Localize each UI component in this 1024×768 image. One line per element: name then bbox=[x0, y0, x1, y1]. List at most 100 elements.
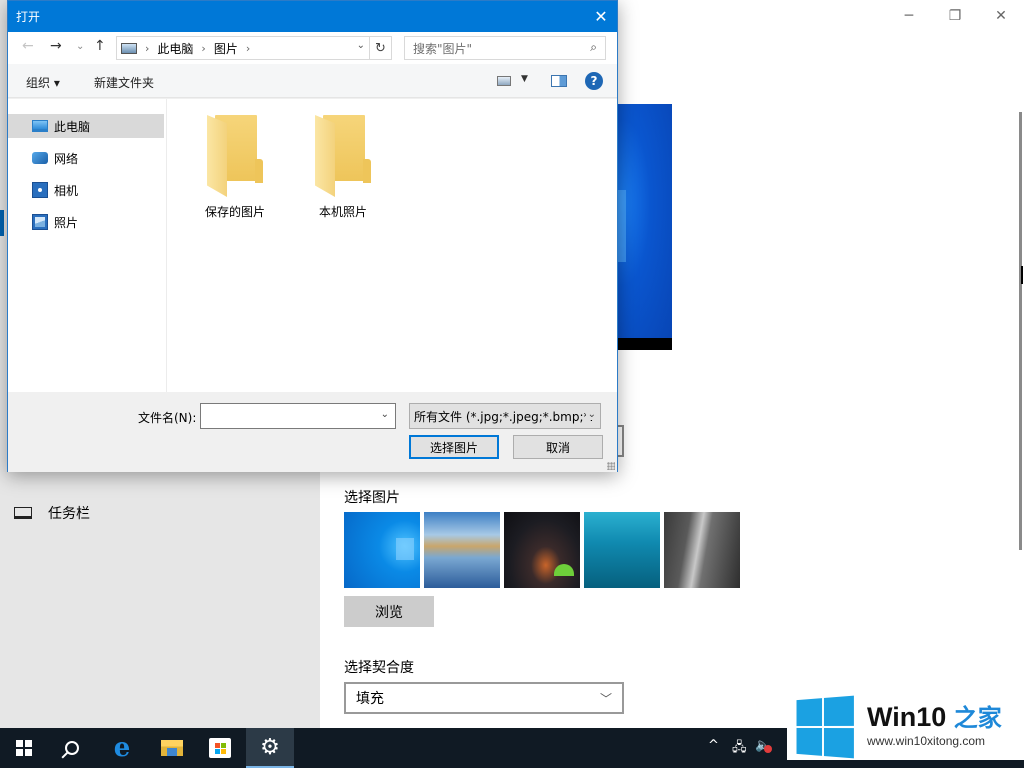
network-icon bbox=[32, 152, 48, 164]
start-button[interactable] bbox=[0, 728, 48, 768]
thumbnail-underwater[interactable] bbox=[584, 512, 660, 588]
help-icon[interactable]: ? bbox=[585, 72, 603, 90]
file-explorer-icon bbox=[161, 740, 183, 756]
watermark: Win10 之家 www.win10xitong.com bbox=[787, 694, 1024, 760]
maximize-icon: ❐ bbox=[948, 8, 962, 24]
watermark-url: www.win10xitong.com bbox=[867, 734, 986, 748]
gear-icon: ⚙ bbox=[260, 734, 280, 760]
filetype-value: 所有文件 (*.jpg;*.jpeg;*.bmp;*. bbox=[414, 409, 594, 424]
thumbnail-beach[interactable] bbox=[424, 512, 500, 588]
camera-icon bbox=[32, 182, 48, 198]
background-select-edge bbox=[617, 425, 624, 457]
breadcrumb-separator: › bbox=[201, 41, 206, 55]
navpane-item-label: 此电脑 bbox=[54, 119, 91, 134]
navpane-item-label: 照片 bbox=[54, 215, 79, 230]
fit-select[interactable]: 填充 ﹀ bbox=[344, 682, 624, 714]
minimize-icon: ─ bbox=[904, 8, 914, 24]
close-button[interactable]: ✕ bbox=[978, 4, 1024, 28]
folder-icon bbox=[315, 115, 371, 197]
taskbar-settings[interactable]: ⚙ bbox=[246, 728, 294, 768]
minimize-button[interactable]: ─ bbox=[886, 4, 932, 28]
breadcrumb-separator: › bbox=[145, 41, 150, 55]
new-folder-button[interactable]: 新建文件夹 bbox=[94, 74, 154, 91]
preview-taskbar bbox=[617, 338, 672, 350]
forward-button[interactable]: → bbox=[50, 38, 62, 54]
dialog-titlebar[interactable]: 打开 ✕ bbox=[8, 1, 617, 32]
windows-start-icon bbox=[16, 740, 32, 756]
command-bar: 组织 ▾ 新建文件夹 ▼ ? bbox=[8, 64, 617, 98]
thumbnail-rock[interactable] bbox=[664, 512, 740, 588]
resize-grip[interactable] bbox=[607, 462, 615, 470]
folder-icon bbox=[207, 115, 263, 197]
folder-label: 本机照片 bbox=[318, 205, 367, 219]
thumbnail-night-sky[interactable] bbox=[504, 512, 580, 588]
breadcrumb-this-pc[interactable]: 此电脑 bbox=[157, 40, 193, 57]
computer-icon bbox=[32, 120, 48, 132]
mute-indicator-icon bbox=[764, 745, 772, 753]
navpane-item-this-pc[interactable]: 此电脑 bbox=[8, 114, 164, 138]
folder-item[interactable]: 本机照片 bbox=[298, 115, 388, 220]
navpane-item-network[interactable]: 网络 bbox=[8, 146, 164, 170]
search-input[interactable]: 搜索"图片" ⌕ bbox=[404, 36, 606, 60]
taskbar-store[interactable] bbox=[196, 728, 244, 768]
folder-label: 保存的图片 bbox=[204, 205, 265, 219]
watermark-title-cn: 之家 bbox=[953, 705, 1002, 732]
chevron-down-icon[interactable]: ⌄ bbox=[381, 409, 389, 420]
folder-item[interactable]: 保存的图片 bbox=[190, 115, 280, 220]
scrollbar[interactable] bbox=[1019, 112, 1022, 550]
close-icon: ✕ bbox=[995, 8, 1007, 24]
taskbar-file-explorer[interactable] bbox=[148, 728, 196, 768]
breadcrumb-separator: › bbox=[245, 41, 251, 55]
photos-icon bbox=[32, 214, 48, 230]
filename-input[interactable]: ⌄ bbox=[200, 403, 396, 429]
chevron-down-icon: ⌄ bbox=[585, 409, 596, 420]
navpane-item-photos[interactable]: 照片 bbox=[8, 210, 164, 234]
text-cursor bbox=[1021, 266, 1023, 284]
taskbar-search-button[interactable] bbox=[48, 728, 96, 768]
up-button[interactable]: ↑ bbox=[94, 38, 106, 54]
filetype-select[interactable]: 所有文件 (*.jpg;*.jpeg;*.bmp;*. ⌄ bbox=[409, 403, 601, 429]
dialog-body: 此电脑 网络 相机 照片 保存的图片 本机照片 bbox=[8, 99, 617, 392]
view-dropdown-icon[interactable]: ▼ bbox=[521, 74, 528, 84]
choose-picture-button[interactable]: 选择图片 bbox=[409, 435, 499, 459]
windows-logo bbox=[396, 538, 414, 560]
taskbar-icon bbox=[14, 507, 32, 519]
breadcrumb-pictures[interactable]: 图片 bbox=[214, 40, 238, 57]
dialog-close-button[interactable]: ✕ bbox=[585, 1, 617, 32]
close-icon: ✕ bbox=[594, 7, 608, 26]
organize-button[interactable]: 组织 ▾ bbox=[26, 74, 60, 91]
chevron-down-icon: ﹀ bbox=[599, 692, 612, 706]
navigation-row: ← → ⌄ ↑ › 此电脑 › 图片 › ⌄ ↻ 搜索"图片" ⌕ bbox=[8, 32, 617, 64]
windows-logo-icon bbox=[796, 695, 854, 759]
fit-select-value: 填充 bbox=[356, 691, 384, 707]
nav-item-taskbar[interactable]: 任务栏 bbox=[14, 503, 90, 523]
thumbnail-windows-blue[interactable] bbox=[344, 512, 420, 588]
taskbar-edge[interactable]: e bbox=[98, 728, 146, 768]
address-dropdown-icon[interactable]: ⌄ bbox=[357, 40, 365, 51]
tray-chevron-icon[interactable]: ^ bbox=[708, 738, 719, 753]
edge-icon: e bbox=[113, 733, 131, 763]
recent-locations-button[interactable]: ⌄ bbox=[76, 41, 84, 52]
pictures-location-icon bbox=[121, 42, 137, 54]
back-button[interactable]: ← bbox=[22, 38, 34, 54]
search-placeholder: 搜索"图片" bbox=[413, 41, 473, 56]
filename-label: 文件名(N): bbox=[138, 411, 197, 425]
choose-picture-label: 选择图片 bbox=[344, 490, 400, 506]
background-preview bbox=[617, 104, 672, 350]
preview-pane-icon[interactable] bbox=[551, 75, 567, 87]
browse-button[interactable]: 浏览 bbox=[344, 596, 434, 627]
navpane-item-label: 网络 bbox=[54, 151, 79, 166]
network-tray-icon[interactable]: 🖧 bbox=[732, 738, 747, 760]
refresh-icon[interactable]: ↻ bbox=[369, 37, 391, 59]
choose-fit-label: 选择契合度 bbox=[344, 660, 414, 676]
cancel-button[interactable]: 取消 bbox=[513, 435, 603, 459]
watermark-title: Win10 之家 bbox=[867, 698, 1002, 733]
navpane-item-camera[interactable]: 相机 bbox=[8, 178, 164, 202]
maximize-button[interactable]: ❐ bbox=[932, 4, 978, 28]
windows-logo-preview bbox=[617, 190, 626, 262]
nav-item-taskbar-label: 任务栏 bbox=[48, 506, 90, 522]
change-view-icon[interactable] bbox=[497, 76, 511, 86]
tent bbox=[554, 564, 574, 576]
watermark-title-en: Win10 bbox=[867, 702, 947, 732]
address-bar[interactable]: › 此电脑 › 图片 › ⌄ ↻ bbox=[116, 36, 392, 60]
